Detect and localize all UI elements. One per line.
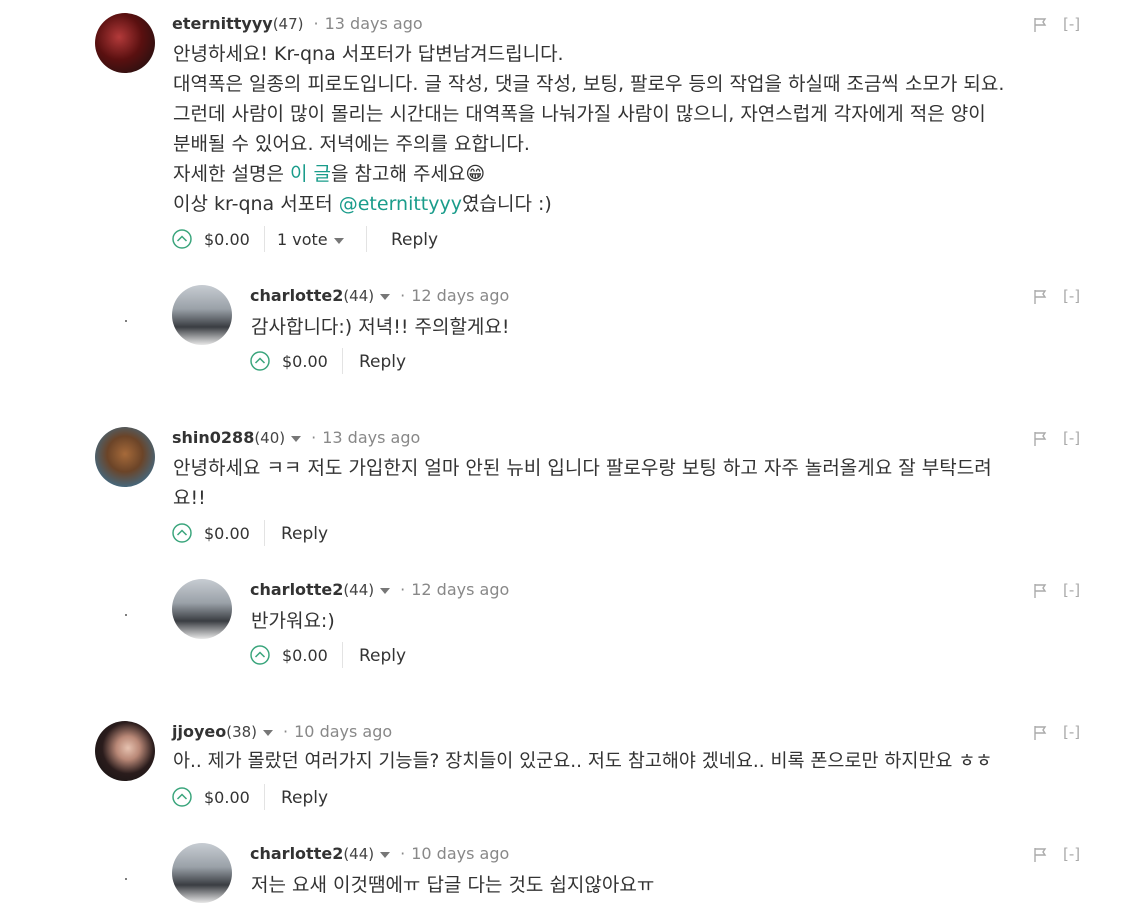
chevron-up-circle-icon[interactable] bbox=[250, 351, 270, 371]
author-reputation: (47) bbox=[272, 15, 304, 33]
post-link[interactable]: 이 글 bbox=[290, 163, 331, 185]
reply-button[interactable]: Reply bbox=[391, 230, 438, 250]
divider bbox=[342, 642, 343, 668]
flag-icon[interactable] bbox=[1033, 847, 1049, 863]
author-name[interactable]: charlotte2 bbox=[250, 286, 343, 305]
vote-count[interactable]: 1 vote bbox=[277, 230, 344, 249]
comment-body: 반가워요:) bbox=[251, 610, 335, 632]
comment-author: charlotte2(44) · 12 days ago bbox=[250, 580, 509, 599]
comment-body: 아.. 제가 몰랐던 여러가지 기능들? 장치들이 있군요.. 저도 참고해야 … bbox=[173, 751, 993, 772]
comment-author: charlotte2(44) · 10 days ago bbox=[250, 844, 509, 863]
payout-value[interactable]: $0.00 bbox=[204, 524, 250, 543]
avatar[interactable] bbox=[95, 721, 155, 781]
chevron-up-circle-icon[interactable] bbox=[250, 645, 270, 665]
chevron-down-icon[interactable] bbox=[291, 435, 302, 442]
comment-line: 안녕하세요 ㅋㅋ 저도 가입한지 얼마 안된 뉴비 입니다 팔로우랑 보팅 하고… bbox=[173, 457, 992, 479]
author-reputation: (40) bbox=[254, 429, 286, 447]
user-mention-link[interactable]: @eternittyyy bbox=[339, 193, 462, 215]
author-reputation: (38) bbox=[226, 723, 258, 741]
comment-line: 요!! bbox=[173, 487, 206, 509]
flag-icon[interactable] bbox=[1033, 583, 1049, 599]
flag-icon[interactable] bbox=[1033, 725, 1049, 741]
payout-value[interactable]: $0.00 bbox=[204, 788, 250, 807]
author-name[interactable]: eternittyyy bbox=[172, 14, 273, 33]
chevron-up-circle-icon[interactable] bbox=[172, 523, 192, 543]
separator-dot: · bbox=[400, 844, 406, 863]
comment-line: 그런데 사람이 많이 몰리는 시간대는 대역폭을 나눠가질 사람이 많으니, 자… bbox=[173, 103, 986, 125]
comment-line: 안녕하세요! Kr-qna 서포터가 답변남겨드립니다. bbox=[173, 43, 564, 65]
reply-button[interactable]: Reply bbox=[281, 524, 328, 544]
comment-author: charlotte2(44) · 12 days ago bbox=[250, 286, 509, 305]
avatar[interactable] bbox=[172, 285, 232, 345]
comment-body: 저는 요새 이것땜에ㅠ 답글 다는 것도 쉽지않아요ㅠ bbox=[251, 874, 655, 896]
separator-dot: · bbox=[311, 428, 317, 447]
author-name[interactable]: jjoyeo bbox=[172, 722, 226, 741]
thread-dot bbox=[125, 614, 127, 616]
comment-line: 자세한 설명은 이 글을 참고해 주세요😁 bbox=[173, 163, 486, 185]
comment-body: 감사합니다:) 저녁!! 주의할게요! bbox=[251, 316, 510, 338]
flag-icon[interactable] bbox=[1033, 17, 1049, 33]
flag-icon[interactable] bbox=[1033, 289, 1049, 305]
comment-time[interactable]: 12 days ago bbox=[411, 580, 509, 599]
divider bbox=[264, 226, 265, 252]
chevron-down-icon[interactable] bbox=[380, 851, 391, 858]
separator-dot: · bbox=[313, 14, 319, 33]
thread-dot bbox=[125, 878, 127, 880]
payout-value[interactable]: $0.00 bbox=[282, 352, 328, 371]
collapse-button[interactable]: [-] bbox=[1063, 429, 1080, 447]
comment-time[interactable]: 12 days ago bbox=[411, 286, 509, 305]
divider bbox=[366, 226, 367, 252]
divider bbox=[342, 348, 343, 374]
comment-body: 안녕하세요 ㅋㅋ 저도 가입한지 얼마 안된 뉴비 입니다 팔로우랑 보팅 하고… bbox=[173, 453, 992, 513]
comment-line: 분배될 수 있어요. 저녁에는 주의를 요합니다. bbox=[173, 133, 530, 155]
comment-time[interactable]: 13 days ago bbox=[325, 14, 423, 33]
reply-button[interactable]: Reply bbox=[359, 352, 406, 372]
comment-author: eternittyyy(47) · 13 days ago bbox=[172, 14, 423, 33]
payout-value[interactable]: $0.00 bbox=[282, 646, 328, 665]
author-name[interactable]: shin0288 bbox=[172, 428, 254, 447]
comment-time[interactable]: 13 days ago bbox=[322, 428, 420, 447]
reply-button[interactable]: Reply bbox=[359, 646, 406, 666]
divider bbox=[264, 784, 265, 810]
chevron-up-circle-icon[interactable] bbox=[172, 229, 192, 249]
payout-value[interactable]: $0.00 bbox=[204, 230, 250, 249]
author-name[interactable]: charlotte2 bbox=[250, 580, 343, 599]
chevron-down-icon[interactable] bbox=[380, 293, 391, 300]
comment-time[interactable]: 10 days ago bbox=[411, 844, 509, 863]
separator-dot: · bbox=[400, 286, 406, 305]
collapse-button[interactable]: [-] bbox=[1063, 581, 1080, 599]
flag-icon[interactable] bbox=[1033, 431, 1049, 447]
separator-dot: · bbox=[400, 580, 406, 599]
author-reputation: (44) bbox=[343, 845, 375, 863]
author-reputation: (44) bbox=[343, 581, 375, 599]
avatar[interactable] bbox=[95, 427, 155, 487]
collapse-button[interactable]: [-] bbox=[1063, 287, 1080, 305]
comment-body: 안녕하세요! Kr-qna 서포터가 답변남겨드립니다. 대역폭은 일종의 피로… bbox=[173, 39, 1004, 219]
avatar[interactable] bbox=[95, 13, 155, 73]
avatar[interactable] bbox=[172, 579, 232, 639]
chevron-down-icon bbox=[333, 237, 344, 244]
comment-line: 이상 kr-qna 서포터 @eternittyyy였습니다 :) bbox=[173, 193, 552, 215]
avatar[interactable] bbox=[172, 843, 232, 903]
comment-author: shin0288(40) · 13 days ago bbox=[172, 428, 420, 447]
collapse-button[interactable]: [-] bbox=[1063, 723, 1080, 741]
chevron-up-circle-icon[interactable] bbox=[172, 787, 192, 807]
reply-button[interactable]: Reply bbox=[281, 788, 328, 808]
collapse-button[interactable]: [-] bbox=[1063, 15, 1080, 33]
author-name[interactable]: charlotte2 bbox=[250, 844, 343, 863]
comment-author: jjoyeo(38) · 10 days ago bbox=[172, 722, 392, 741]
separator-dot: · bbox=[283, 722, 289, 741]
comment-time[interactable]: 10 days ago bbox=[294, 722, 392, 741]
collapse-button[interactable]: [-] bbox=[1063, 845, 1080, 863]
divider bbox=[264, 520, 265, 546]
chevron-down-icon[interactable] bbox=[380, 587, 391, 594]
chevron-down-icon[interactable] bbox=[263, 729, 274, 736]
author-reputation: (44) bbox=[343, 287, 375, 305]
thread-dot bbox=[125, 320, 127, 322]
comment-line: 대역폭은 일종의 피로도입니다. 글 작성, 댓글 작성, 보팅, 팔로우 등의… bbox=[173, 73, 1005, 95]
